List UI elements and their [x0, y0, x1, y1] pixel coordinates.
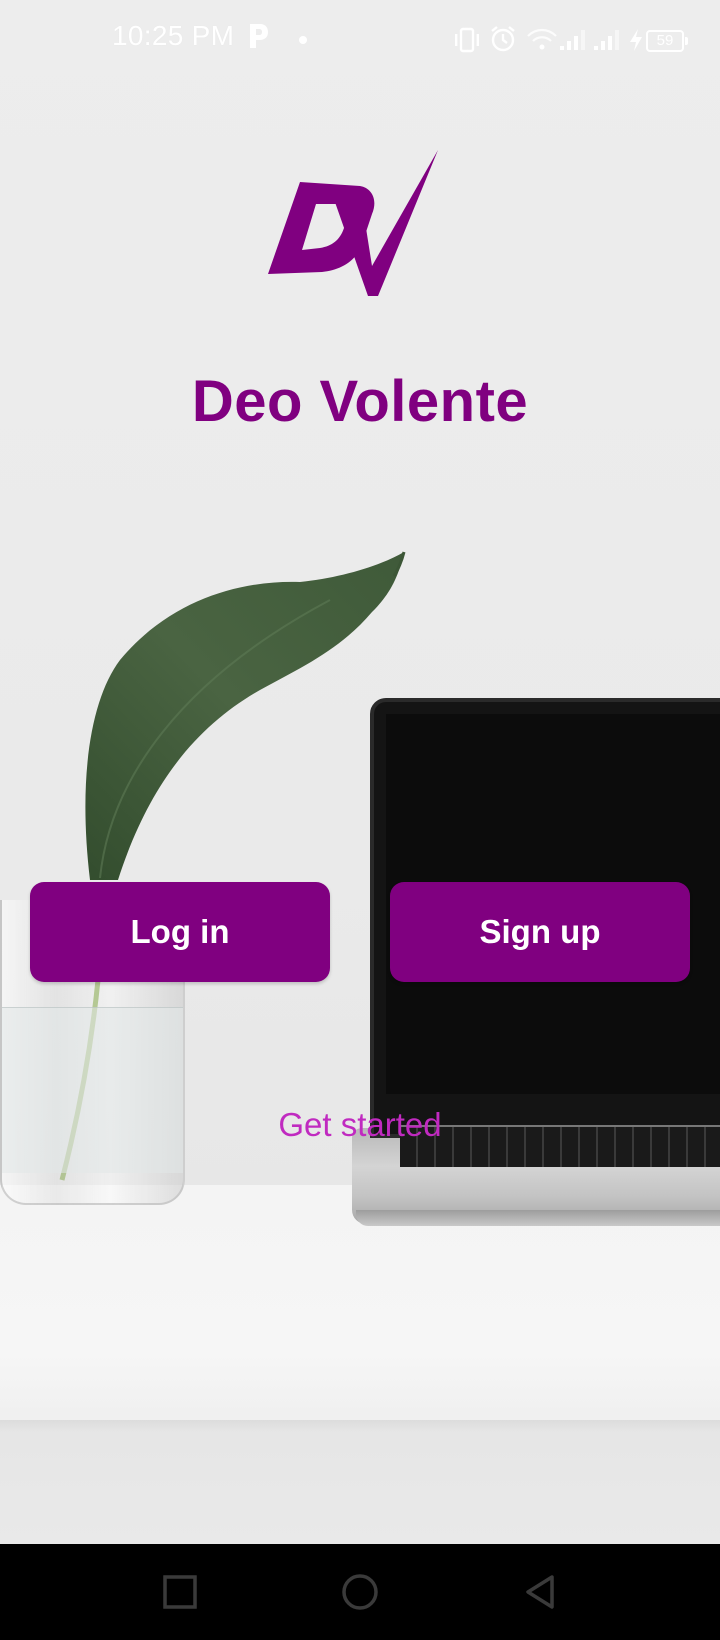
get-started-link[interactable]: Get started: [0, 1106, 720, 1144]
status-time: 10:25 PM: [112, 20, 235, 51]
wifi-icon: [527, 28, 557, 50]
vibrate-icon: [455, 27, 479, 53]
alarm-icon: [491, 26, 515, 52]
dv-logo: [268, 150, 438, 296]
recent-apps-square-icon[interactable]: [154, 1566, 206, 1618]
signup-button[interactable]: Sign up: [390, 882, 690, 982]
navigation-bar: [0, 1544, 720, 1640]
status-bar: 10:25 PM 59: [0, 0, 720, 80]
laptop-base-edge: [356, 1210, 720, 1226]
notification-dot-icon: [299, 36, 307, 44]
charging-icon: [630, 29, 642, 51]
login-button[interactable]: Log in: [30, 882, 330, 982]
home-circle-icon[interactable]: [334, 1566, 386, 1618]
signal-2-icon: [594, 30, 619, 50]
app-title: Deo Volente: [191, 369, 529, 434]
signal-1-icon: [560, 30, 585, 50]
back-triangle-icon[interactable]: [514, 1566, 566, 1618]
vase-water: [2, 1007, 183, 1173]
parking-p-icon: [250, 24, 268, 48]
welcome-screen: 10:25 PM 59 Deo Volente Log in Sign up G…: [0, 0, 720, 1544]
battery-icon: 59: [646, 30, 688, 52]
